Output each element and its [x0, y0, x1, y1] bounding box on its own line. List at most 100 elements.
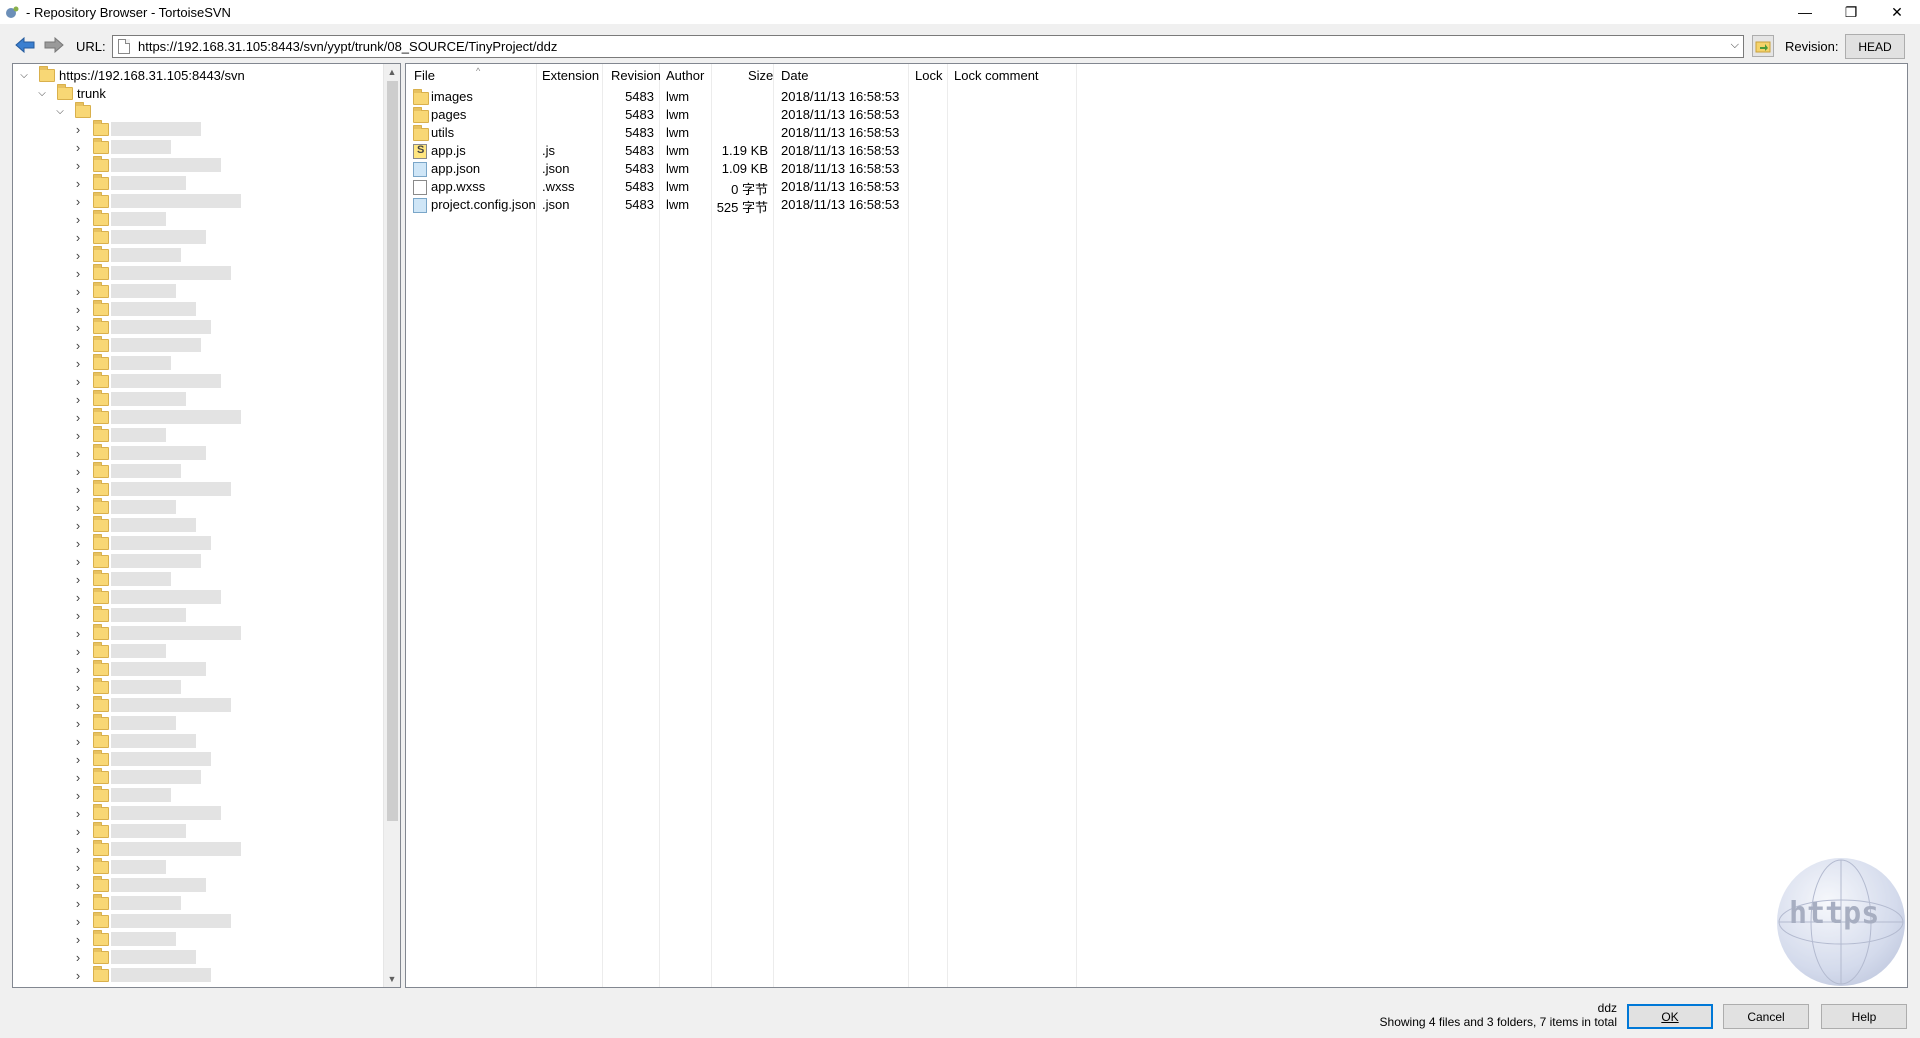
column-header-lock[interactable]: Lock	[915, 68, 942, 86]
chevron-right-icon[interactable]: ›	[71, 392, 85, 407]
chevron-right-icon[interactable]: ›	[71, 770, 85, 785]
chevron-right-icon[interactable]: ›	[71, 338, 85, 353]
table-row[interactable]: images 5483 lwm 2018/11/13 16:58:53	[406, 88, 1076, 106]
chevron-right-icon[interactable]: ›	[71, 320, 85, 335]
chevron-right-icon[interactable]: ›	[71, 788, 85, 803]
chevron-right-icon[interactable]: ›	[71, 140, 85, 155]
chevron-right-icon[interactable]: ›	[71, 212, 85, 227]
column-header-lock-comment[interactable]: Lock comment	[954, 68, 1039, 86]
tree-node[interactable]: ›	[71, 479, 113, 498]
chevron-right-icon[interactable]: ›	[71, 500, 85, 515]
tree-node[interactable]: ›	[71, 389, 113, 408]
chevron-down-icon[interactable]: ⌵	[53, 104, 67, 118]
tree-node[interactable]: ›	[71, 317, 113, 336]
tree-node[interactable]: ›	[71, 137, 113, 156]
chevron-right-icon[interactable]: ›	[71, 572, 85, 587]
tree-node[interactable]: ›	[71, 695, 113, 714]
help-button[interactable]: Help	[1821, 1004, 1907, 1029]
back-button[interactable]	[14, 34, 36, 56]
tree-node[interactable]: ›	[71, 677, 113, 696]
chevron-right-icon[interactable]: ›	[71, 752, 85, 767]
column-header-date[interactable]: Date	[781, 68, 808, 86]
chevron-right-icon[interactable]: ›	[71, 662, 85, 677]
tree-node[interactable]: ›	[71, 371, 113, 390]
chevron-right-icon[interactable]: ›	[71, 896, 85, 911]
chevron-right-icon[interactable]: ›	[71, 302, 85, 317]
chevron-right-icon[interactable]: ›	[71, 824, 85, 839]
chevron-right-icon[interactable]: ›	[71, 194, 85, 209]
tree-node[interactable]: ›	[71, 155, 113, 174]
chevron-right-icon[interactable]: ›	[71, 230, 85, 245]
column-header-size[interactable]: Size	[748, 68, 773, 86]
chevron-right-icon[interactable]: ›	[71, 446, 85, 461]
table-row[interactable]: app.wxss .wxss 5483 lwm 0 字节 2018/11/13 16:58…	[406, 178, 1076, 197]
chevron-right-icon[interactable]: ›	[71, 284, 85, 299]
tree-node[interactable]: ›	[71, 425, 113, 444]
chevron-right-icon[interactable]: ›	[71, 158, 85, 173]
table-row[interactable]: app.json .json 5483 lwm 1.09 KB 2018/11/13 16…	[406, 160, 1076, 178]
chevron-right-icon[interactable]: ›	[71, 914, 85, 929]
chevron-right-icon[interactable]: ›	[71, 626, 85, 641]
chevron-right-icon[interactable]: ›	[71, 374, 85, 389]
column-header-author[interactable]: Author	[666, 68, 704, 86]
close-button[interactable]: ✕	[1874, 0, 1920, 24]
chevron-right-icon[interactable]: ›	[71, 518, 85, 533]
tree-node[interactable]: ›	[71, 263, 113, 282]
chevron-right-icon[interactable]: ›	[71, 698, 85, 713]
chevron-right-icon[interactable]: ›	[71, 878, 85, 893]
chevron-down-icon[interactable]: ⌵	[35, 86, 49, 100]
minimize-button[interactable]: —	[1782, 0, 1828, 24]
tree-node[interactable]: ›	[71, 767, 113, 786]
tree-node[interactable]: ›	[71, 875, 113, 894]
tree-node[interactable]: ›	[71, 119, 113, 138]
tree-node[interactable]: ›	[71, 191, 113, 210]
chevron-right-icon[interactable]: ›	[71, 608, 85, 623]
tree-node[interactable]: ›	[71, 551, 113, 570]
tree-node[interactable]: ›	[71, 515, 113, 534]
tree-node-root[interactable]: ⌵ https://192.168.31.105:8443/svn	[17, 65, 245, 84]
tree-node[interactable]: ›	[71, 785, 113, 804]
tree-node[interactable]: ›	[71, 911, 113, 930]
scroll-down-icon[interactable]: ▼	[384, 971, 400, 987]
chevron-right-icon[interactable]: ›	[71, 554, 85, 569]
tree-node[interactable]: ›	[71, 641, 113, 660]
restore-button[interactable]: ❐	[1828, 0, 1874, 24]
tree-node[interactable]: ›	[71, 335, 113, 354]
column-header-revision[interactable]: Revision	[611, 68, 661, 86]
tree-node[interactable]: ›	[71, 569, 113, 588]
tree-node[interactable]: ›	[71, 443, 113, 462]
chevron-right-icon[interactable]: ›	[71, 842, 85, 857]
chevron-down-icon[interactable]: ⌵	[1731, 39, 1739, 52]
chevron-right-icon[interactable]: ›	[71, 860, 85, 875]
chevron-right-icon[interactable]: ›	[71, 590, 85, 605]
chevron-right-icon[interactable]: ›	[71, 968, 85, 983]
tree-node[interactable]: ›	[71, 839, 113, 858]
chevron-right-icon[interactable]: ›	[71, 464, 85, 479]
tree-node[interactable]: ›	[71, 731, 113, 750]
chevron-right-icon[interactable]: ›	[71, 176, 85, 191]
tree-node[interactable]: ›	[71, 299, 113, 318]
url-input[interactable]	[138, 39, 1708, 54]
tree-node[interactable]: ›	[71, 947, 113, 966]
browse-folder-button[interactable]	[1752, 35, 1774, 57]
tree-node[interactable]: ›	[71, 749, 113, 768]
tree-node[interactable]: ›	[71, 821, 113, 840]
tree-node[interactable]: ›	[71, 461, 113, 480]
tree-node[interactable]: ›	[71, 803, 113, 822]
tree-node[interactable]: ›	[71, 713, 113, 732]
repository-tree[interactable]: ⌵ https://192.168.31.105:8443/svn ⌵ trun…	[12, 63, 401, 988]
chevron-right-icon[interactable]: ›	[71, 428, 85, 443]
tree-node[interactable]: ›	[71, 353, 113, 372]
tree-node[interactable]: ›	[71, 929, 113, 948]
chevron-down-icon[interactable]: ⌵	[17, 68, 31, 82]
chevron-right-icon[interactable]: ›	[71, 680, 85, 695]
column-header-extension[interactable]: Extension	[542, 68, 599, 86]
tree-node[interactable]: ›	[71, 209, 113, 228]
tree-node[interactable]: ›	[71, 227, 113, 246]
tree-node[interactable]: ›	[71, 857, 113, 876]
tree-node[interactable]: ›	[71, 407, 113, 426]
chevron-right-icon[interactable]: ›	[71, 266, 85, 281]
chevron-right-icon[interactable]: ›	[71, 122, 85, 137]
tree-node[interactable]: ›	[71, 893, 113, 912]
chevron-right-icon[interactable]: ›	[71, 716, 85, 731]
